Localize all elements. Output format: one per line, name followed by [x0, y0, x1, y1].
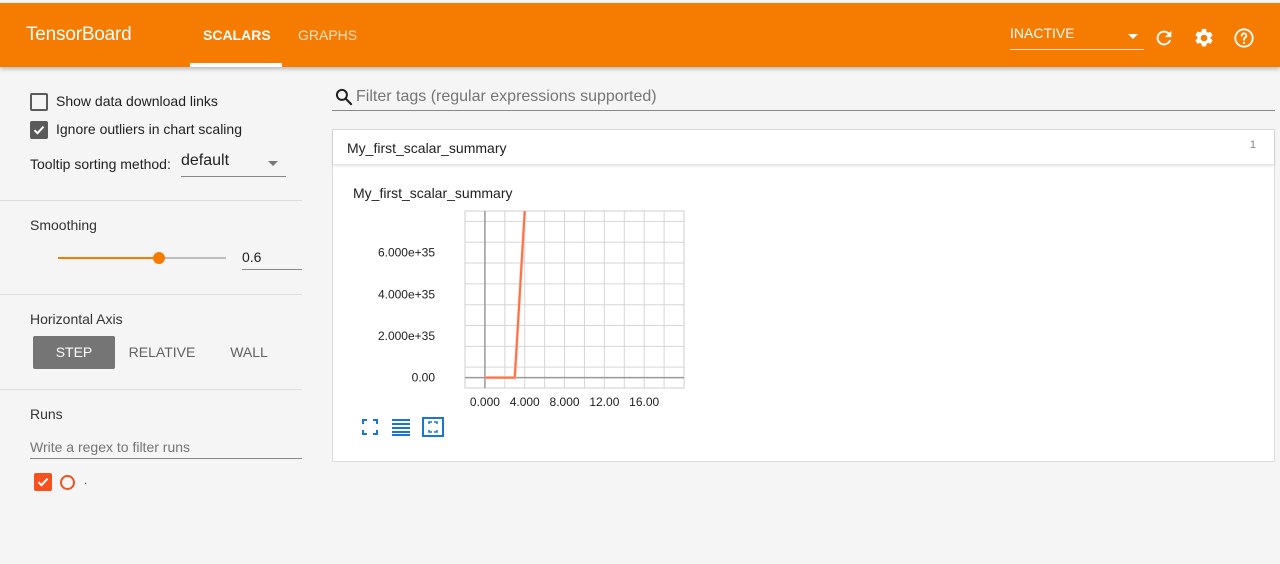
x-tick-label: 0.000 — [470, 395, 500, 409]
smoothing-value: 0.6 — [242, 249, 262, 265]
sidebar: Show data download links Ignore outliers… — [0, 67, 302, 564]
divider — [0, 200, 302, 201]
category-header[interactable]: My_first_scalar_summary 1 — [333, 130, 1274, 165]
check-icon — [33, 126, 45, 135]
axis-step-button[interactable]: STEP — [33, 336, 115, 369]
run-checkbox[interactable] — [34, 473, 52, 491]
run-color-radio[interactable] — [60, 475, 75, 490]
smoothing-slider[interactable] — [58, 252, 226, 264]
x-tick-label: 16.00 — [629, 395, 659, 409]
inactive-plugins-dropdown[interactable]: INACTIVE — [1010, 25, 1144, 50]
check-icon — [37, 478, 49, 487]
raw-series-line — [484, 211, 527, 380]
smoothing-input[interactable]: 0.6 — [242, 249, 302, 270]
search-icon — [335, 88, 353, 106]
log-scale-icon[interactable] — [391, 418, 411, 436]
settings-icon[interactable] — [1193, 27, 1215, 49]
divider — [0, 389, 302, 390]
smoothing-label: Smoothing — [30, 217, 97, 233]
app-title: TensorBoard — [26, 24, 132, 45]
scalar-chart[interactable]: 0.000 4.000 8.000 12.00 16.00 0.00 2.000e+35 4.… — [333, 200, 693, 420]
y-tick-label: 2.000e+35 — [378, 329, 435, 343]
fullscreen-icon[interactable] — [361, 418, 379, 436]
x-tick-label: 8.000 — [550, 395, 580, 409]
horizontal-axis-label: Horizontal Axis — [30, 311, 123, 327]
ignore-outliers-label: Ignore outliers in chart scaling — [56, 121, 242, 137]
runs-label: Runs — [30, 406, 63, 422]
y-tick-label: 0.00 — [412, 371, 436, 385]
axis-relative-button[interactable]: RELATIVE — [122, 336, 202, 369]
category-pane: My_first_scalar_summary 1 My_first_scala… — [332, 129, 1275, 462]
category-count: 1 — [1249, 139, 1256, 151]
fit-domain-icon[interactable] — [422, 417, 444, 437]
x-tick-label: 4.000 — [510, 395, 540, 409]
help-icon[interactable] — [1233, 27, 1255, 49]
tooltip-sorting-value: default — [181, 152, 230, 169]
smoothed-series-line — [484, 211, 526, 379]
y-tick-label: 6.000e+35 — [378, 246, 435, 260]
download-links-label: Show data download links — [56, 93, 218, 109]
runs-filter-input[interactable] — [30, 435, 302, 459]
chart-card-title: My_first_scalar_summary — [353, 185, 513, 201]
x-tick-label: 12.00 — [589, 395, 619, 409]
download-links-checkbox[interactable] — [30, 93, 48, 111]
chevron-down-icon — [1128, 34, 1138, 39]
divider — [0, 294, 302, 295]
plot-area-border — [464, 210, 685, 389]
category-name: My_first_scalar_summary — [347, 140, 507, 156]
run-name: . — [84, 473, 88, 487]
smoothing-slider-knob[interactable] — [152, 252, 165, 264]
top-bar: TensorBoard SCALARS GRAPHS INACTIVE — [0, 3, 1280, 67]
ignore-outliers-checkbox[interactable] — [30, 121, 48, 139]
y-tick-label: 4.000e+35 — [378, 287, 435, 301]
tab-graphs[interactable]: GRAPHS — [298, 27, 357, 43]
tooltip-sorting-dropdown[interactable]: default — [181, 152, 286, 177]
tooltip-sorting-label: Tooltip sorting method: — [30, 156, 171, 172]
tag-filter-input[interactable] — [356, 86, 1256, 108]
refresh-icon[interactable] — [1153, 27, 1175, 49]
inactive-plugins-label: INACTIVE — [1010, 25, 1075, 41]
chevron-down-icon — [268, 161, 278, 166]
smoothing-slider-fill — [58, 257, 159, 259]
tab-scalars[interactable]: SCALARS — [203, 27, 271, 43]
tag-filter[interactable] — [332, 84, 1275, 111]
axis-wall-button[interactable]: WALL — [214, 336, 284, 369]
